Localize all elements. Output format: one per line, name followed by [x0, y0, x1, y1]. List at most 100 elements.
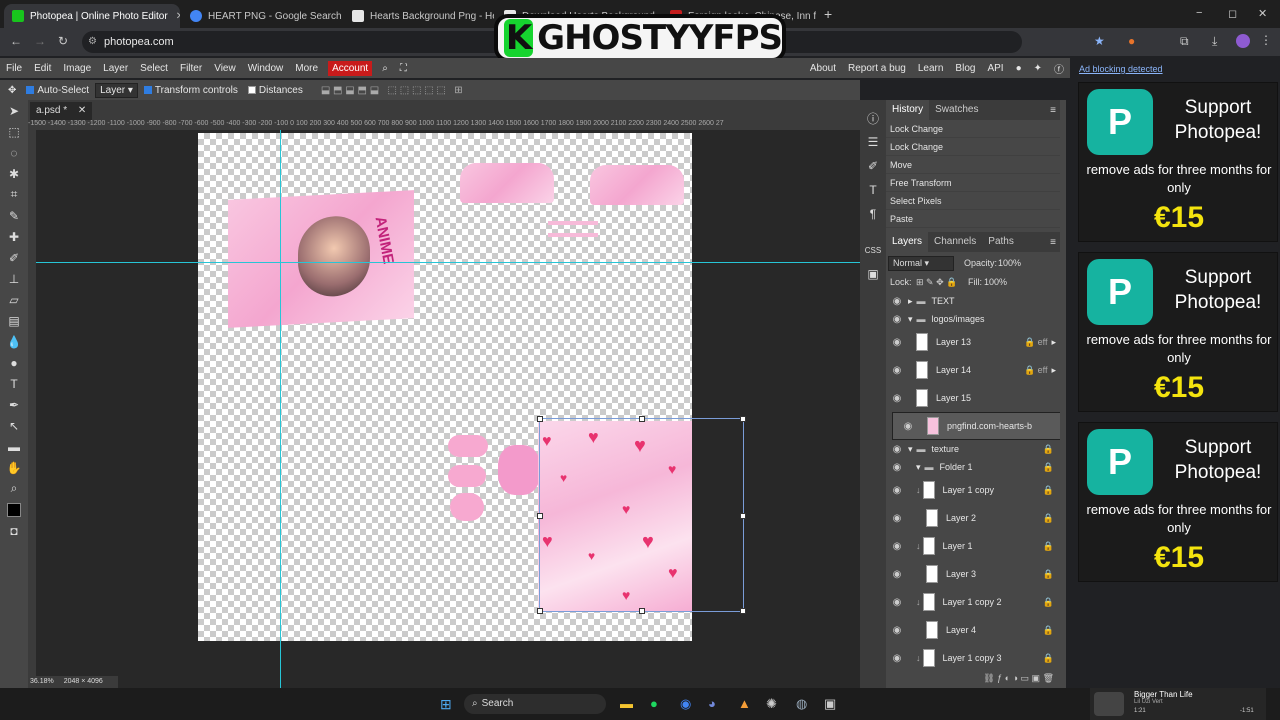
menu-filter[interactable]: Filter: [174, 63, 208, 74]
facebook-icon[interactable]: ⓕ: [1048, 61, 1070, 76]
lasso-tool-icon[interactable]: ◌: [0, 142, 28, 163]
discord-icon[interactable]: ◕: [708, 696, 716, 711]
reload-icon[interactable]: ↻: [58, 34, 68, 48]
fill-value[interactable]: 100%: [984, 277, 1007, 287]
blur-tool-icon[interactable]: 💧: [0, 331, 28, 352]
clone-stamp-tool-icon[interactable]: ⊥: [0, 268, 28, 289]
ad-blocking-notice[interactable]: Ad blocking detected: [1079, 64, 1163, 74]
history-item[interactable]: Lock Change: [886, 120, 1060, 138]
search-icon[interactable]: ⌕: [376, 63, 394, 74]
guide-line[interactable]: [36, 262, 860, 263]
visibility-eye-icon[interactable]: ◉: [886, 365, 908, 376]
transform-bounding-box[interactable]: [537, 416, 746, 614]
browser-tab[interactable]: Photopea | Online Photo Editor ✕: [4, 4, 180, 28]
path-select-tool-icon[interactable]: ↖: [0, 415, 28, 436]
visibility-eye-icon[interactable]: ◉: [886, 337, 908, 348]
layers-footer-icons[interactable]: ⛓ ƒ ◐ ◑ ▭ ▣ 🗑: [886, 668, 1060, 688]
layer-row-selected[interactable]: ◉ pngfind.com-hearts-b: [892, 412, 1060, 440]
extensions-puzzle-icon[interactable]: ⧉: [1180, 34, 1189, 49]
opacity-value[interactable]: 100%: [998, 258, 1021, 268]
back-icon[interactable]: ←: [10, 34, 22, 48]
healing-tool-icon[interactable]: ✚: [0, 226, 28, 247]
layer-row[interactable]: ◉ Layer 14 🔒 eff ▸: [886, 356, 1060, 384]
hand-tool-icon[interactable]: ✋: [0, 457, 28, 478]
layer-row[interactable]: ◉ Layer 2 🔒: [886, 504, 1060, 532]
effects-label[interactable]: eff: [1038, 365, 1048, 375]
account-button[interactable]: Account: [328, 60, 373, 76]
site-info-icon[interactable]: ⚙: [88, 31, 97, 53]
about-link[interactable]: About: [804, 63, 842, 74]
forward-icon[interactable]: →: [34, 34, 46, 48]
history-item[interactable]: Paste: [886, 210, 1060, 228]
menu-image[interactable]: Image: [57, 63, 97, 74]
menu-view[interactable]: View: [208, 63, 242, 74]
extension-icon[interactable]: ●: [1128, 34, 1135, 48]
blog-link[interactable]: Blog: [949, 63, 981, 74]
support-ad[interactable]: P Support Photopea! remove ads for three…: [1078, 252, 1278, 412]
tab-paths[interactable]: Paths: [982, 232, 1020, 252]
taskbar-search[interactable]: ⌕ Search: [464, 694, 606, 714]
info-icon[interactable]: ⓘ: [860, 106, 886, 130]
download-icon[interactable]: ⤓: [1212, 34, 1217, 49]
quick-mask-icon[interactable]: ◘: [0, 520, 28, 541]
gradient-tool-icon[interactable]: ▤: [0, 310, 28, 331]
history-item[interactable]: Move: [886, 156, 1060, 174]
move-tool-icon[interactable]: ➤: [0, 100, 28, 121]
css-icon[interactable]: CSS: [860, 238, 886, 262]
visibility-eye-icon[interactable]: ◉: [886, 485, 908, 496]
visibility-eye-icon[interactable]: ◉: [886, 393, 908, 404]
browser-tab[interactable]: Hearts Background Png - Heart: [344, 4, 494, 28]
layer-row[interactable]: ◉ Layer 4 🔒: [886, 616, 1060, 644]
layer-row[interactable]: ◉ ▾ ▬ texture 🔒: [886, 440, 1060, 458]
steam-icon[interactable]: ◍: [796, 696, 807, 712]
panel-menu-icon[interactable]: ≡: [1050, 105, 1056, 116]
visibility-eye-icon[interactable]: ◉: [886, 569, 908, 580]
close-window-button[interactable]: ✕: [1258, 7, 1267, 20]
color-swatches[interactable]: [0, 499, 28, 520]
report-bug-link[interactable]: Report a bug: [842, 63, 912, 74]
move-tool-icon[interactable]: ✥: [8, 85, 16, 96]
transform-handle[interactable]: [537, 608, 543, 614]
file-explorer-icon[interactable]: ▬: [620, 696, 633, 711]
spotify-icon[interactable]: ●: [650, 696, 658, 711]
transform-handle[interactable]: [740, 416, 746, 422]
visibility-eye-icon[interactable]: ◉: [886, 296, 908, 307]
app-icon[interactable]: ✺: [766, 696, 777, 712]
menu-file[interactable]: File: [0, 63, 28, 74]
new-tab-button[interactable]: +: [824, 6, 832, 22]
layer-row[interactable]: ◉ ▸ ▬ TEXT: [886, 292, 1060, 310]
media-widget[interactable]: Bigger Than Life Lil Uzi Vert 1:21 -1:51: [1090, 688, 1266, 720]
history-item[interactable]: Lock Change: [886, 138, 1060, 156]
transform-controls-checkbox[interactable]: [143, 86, 152, 94]
layer-row[interactable]: ◉ Layer 15: [886, 384, 1060, 412]
auto-select-checkbox[interactable]: [26, 86, 35, 94]
visibility-eye-icon[interactable]: ◉: [897, 421, 919, 432]
transform-handle[interactable]: [537, 416, 543, 422]
menu-more[interactable]: More: [289, 63, 324, 74]
brush-tool-icon[interactable]: ✐: [0, 247, 28, 268]
menu-window[interactable]: Window: [242, 63, 290, 74]
app-icon[interactable]: ▲: [738, 696, 751, 711]
transform-handle[interactable]: [740, 608, 746, 614]
tab-history[interactable]: History: [886, 100, 930, 120]
menu-edit[interactable]: Edit: [28, 63, 57, 74]
reddit-icon[interactable]: ●: [1010, 63, 1028, 74]
visibility-eye-icon[interactable]: ◉: [886, 597, 908, 608]
visibility-eye-icon[interactable]: ◉: [886, 314, 908, 325]
transform-handle[interactable]: [740, 513, 746, 519]
guide-line[interactable]: [280, 130, 281, 688]
visibility-eye-icon[interactable]: ◉: [886, 513, 908, 524]
windows-start-icon[interactable]: ⊞: [440, 696, 452, 713]
layer-row[interactable]: ◉ ↓ Layer 1 copy 2 🔒: [886, 588, 1060, 616]
transform-handle[interactable]: [537, 513, 543, 519]
properties-icon[interactable]: ☰: [860, 130, 886, 154]
expanded-arrow-icon[interactable]: ▾: [908, 444, 913, 455]
tab-channels[interactable]: Channels: [928, 232, 982, 252]
paragraph-icon[interactable]: ¶: [860, 202, 886, 226]
app-icon[interactable]: ▣: [824, 696, 836, 712]
browser-tab[interactable]: HEART PNG - Google Search ✕: [182, 4, 344, 28]
layer-row[interactable]: ◉ Layer 3 🔒: [886, 560, 1060, 588]
menu-layer[interactable]: Layer: [97, 63, 134, 74]
eraser-tool-icon[interactable]: ▱: [0, 289, 28, 310]
lock-options-icons[interactable]: ⊞ ✎ ✥ 🔒: [916, 277, 957, 288]
